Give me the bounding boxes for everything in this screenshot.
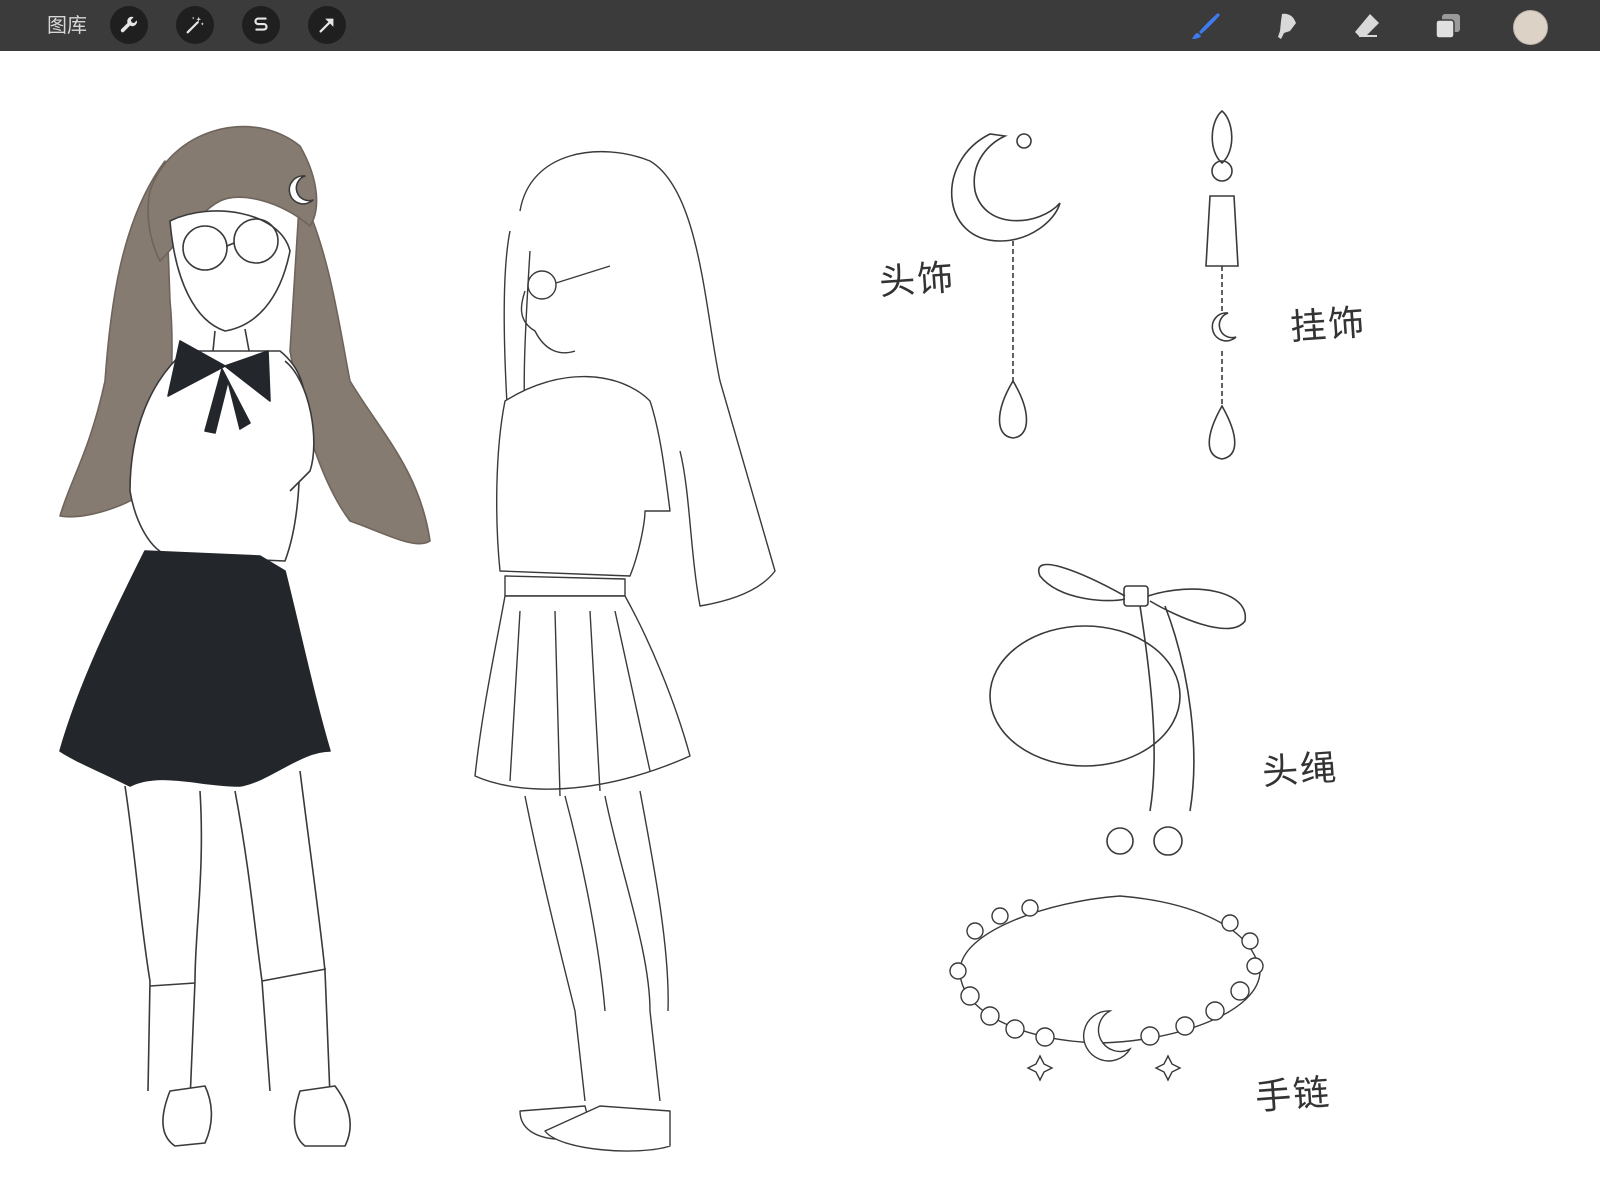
transform-arrow-icon [319,18,334,33]
label-headpiece: 头饰 [877,257,957,304]
color-picker-button[interactable] [1513,10,1548,45]
bracelet-sketch [949,895,1264,1082]
hair-rope-sketch [989,563,1246,856]
headpiece-sketch [950,133,1061,439]
artwork [59,109,1264,1152]
wrench-icon [120,16,137,33]
layers-button[interactable] [1430,8,1466,44]
actions-button[interactable] [110,6,148,44]
layers-icon [1435,14,1460,39]
label-bracelet: 手链 [1253,1072,1333,1119]
selection-button[interactable] [242,6,280,44]
smudge-icon [1278,13,1296,39]
smudge-tool-button[interactable] [1268,8,1304,44]
drawing-canvas[interactable]: 头饰 挂饰 头绳 手链 [0,51,1600,1200]
selection-icon [254,17,268,31]
transform-button[interactable] [308,6,346,44]
eraser-icon [1355,14,1379,37]
label-hair-rope: 头绳 [1260,747,1340,794]
eraser-tool-button[interactable] [1349,8,1385,44]
label-pendant: 挂饰 [1288,302,1368,349]
magic-wand-icon [186,16,204,34]
adjustments-button[interactable] [176,6,214,44]
pendant-sketch [1205,109,1239,460]
top-toolbar: 图库 [0,0,1600,51]
front-view-character [59,125,431,1147]
brush-tool-button[interactable] [1188,8,1224,44]
gallery-link[interactable]: 图库 [47,13,87,37]
brush-icon [1192,13,1220,39]
side-view-character [474,150,776,1152]
